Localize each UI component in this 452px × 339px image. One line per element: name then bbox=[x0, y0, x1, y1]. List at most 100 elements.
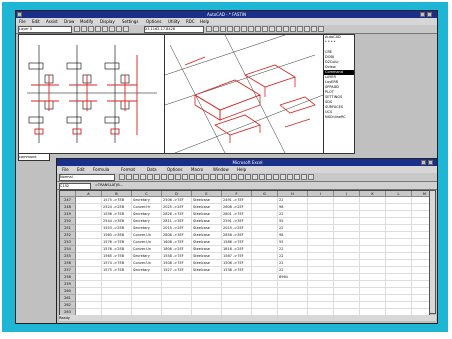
table-cell[interactable] bbox=[386, 281, 412, 288]
table-cell[interactable] bbox=[360, 232, 386, 239]
table-cell[interactable]: Steelcase bbox=[192, 197, 222, 204]
table-cell[interactable]: 1806 ->2EF bbox=[162, 246, 192, 253]
table-cell[interactable]: 1606 ->7EF bbox=[162, 239, 192, 246]
autocad-menu-assist[interactable]: Assist bbox=[46, 18, 58, 25]
table-cell[interactable] bbox=[308, 211, 334, 218]
table-cell[interactable]: 2506 ->7EF bbox=[162, 197, 192, 204]
table-cell[interactable]: 22 bbox=[278, 211, 308, 218]
table-cell[interactable]: Steelcase bbox=[192, 225, 222, 232]
table-cell[interactable]: Steelcase bbox=[192, 232, 222, 239]
tool-icon[interactable] bbox=[231, 174, 237, 180]
table-cell[interactable] bbox=[132, 295, 162, 302]
table-cell[interactable] bbox=[334, 253, 360, 260]
table-cell[interactable] bbox=[278, 281, 308, 288]
tool-icon[interactable] bbox=[308, 174, 314, 180]
table-cell[interactable] bbox=[252, 239, 278, 246]
tool-icon[interactable] bbox=[273, 174, 279, 180]
table-cell[interactable] bbox=[162, 295, 192, 302]
table-cell[interactable] bbox=[102, 274, 132, 281]
autocad-menu-help[interactable]: Help bbox=[200, 18, 209, 25]
autocad-title-bar[interactable]: AutoCAD - * FASTIN bbox=[16, 11, 437, 18]
row-header[interactable]: 248 bbox=[60, 204, 76, 211]
table-cell[interactable] bbox=[412, 267, 429, 274]
tool-icon[interactable] bbox=[294, 174, 300, 180]
table-cell[interactable] bbox=[412, 246, 429, 253]
table-cell[interactable]: 1575 ->7EB bbox=[102, 197, 132, 204]
tool-icon[interactable] bbox=[266, 174, 272, 180]
tool-icon[interactable] bbox=[241, 26, 247, 32]
table-cell[interactable]: 22 bbox=[278, 267, 308, 274]
table-cell[interactable] bbox=[132, 274, 162, 281]
table-cell[interactable] bbox=[132, 302, 162, 309]
table-cell[interactable] bbox=[334, 232, 360, 239]
table-cell[interactable] bbox=[192, 274, 222, 281]
table-cell[interactable] bbox=[192, 281, 222, 288]
excel-menu-edit[interactable]: Edit bbox=[77, 166, 85, 173]
cell-reference-box[interactable]: C152 bbox=[59, 183, 91, 190]
excel-maximize-button[interactable] bbox=[428, 160, 433, 165]
table-cell[interactable]: Steelcase bbox=[192, 246, 222, 253]
table-cell[interactable] bbox=[76, 281, 102, 288]
table-cell[interactable] bbox=[412, 260, 429, 267]
excel-menu-help[interactable]: Help bbox=[237, 166, 246, 173]
table-cell[interactable]: Steelcase bbox=[192, 253, 222, 260]
autocad-menu-rdc[interactable]: RDC bbox=[186, 18, 195, 25]
table-cell[interactable] bbox=[222, 274, 252, 281]
table-cell[interactable] bbox=[386, 204, 412, 211]
tool-icon[interactable] bbox=[147, 174, 153, 180]
tool-icon[interactable] bbox=[119, 174, 125, 180]
vertical-scrollbar[interactable] bbox=[429, 190, 436, 314]
table-cell[interactable] bbox=[360, 295, 386, 302]
table-cell[interactable]: 1538 ->7EF bbox=[222, 267, 252, 274]
table-cell[interactable]: Secretary bbox=[132, 253, 162, 260]
table-cell[interactable] bbox=[76, 204, 102, 211]
table-cell[interactable] bbox=[360, 288, 386, 295]
table-cell[interactable] bbox=[222, 281, 252, 288]
table-cell[interactable] bbox=[252, 253, 278, 260]
table-cell[interactable] bbox=[76, 197, 102, 204]
tool-icon[interactable] bbox=[206, 26, 212, 32]
table-cell[interactable] bbox=[334, 295, 360, 302]
tool-icon[interactable] bbox=[217, 174, 223, 180]
table-cell[interactable] bbox=[360, 260, 386, 267]
table-cell[interactable] bbox=[412, 302, 429, 309]
table-cell[interactable] bbox=[334, 204, 360, 211]
table-cell[interactable] bbox=[360, 281, 386, 288]
table-cell[interactable]: Steelcase bbox=[192, 239, 222, 246]
table-cell[interactable] bbox=[76, 274, 102, 281]
table-cell[interactable]: 8964 bbox=[278, 274, 308, 281]
table-cell[interactable]: 1508 ->7EF bbox=[162, 260, 192, 267]
table-cell[interactable] bbox=[252, 246, 278, 253]
tool-icon[interactable] bbox=[175, 174, 181, 180]
table-cell[interactable] bbox=[252, 281, 278, 288]
table-cell[interactable] bbox=[308, 253, 334, 260]
excel-menu-formula[interactable]: Formula bbox=[93, 166, 109, 173]
table-cell[interactable] bbox=[102, 295, 132, 302]
table-cell[interactable]: 2015 ->2EF bbox=[222, 225, 252, 232]
table-cell[interactable]: 2811 ->3EF bbox=[162, 218, 192, 225]
table-cell[interactable] bbox=[386, 211, 412, 218]
table-cell[interactable] bbox=[252, 197, 278, 204]
table-cell[interactable] bbox=[192, 302, 222, 309]
table-cell[interactable] bbox=[360, 253, 386, 260]
table-cell[interactable] bbox=[386, 274, 412, 281]
table-cell[interactable] bbox=[308, 267, 334, 274]
table-cell[interactable] bbox=[252, 295, 278, 302]
table-cell[interactable] bbox=[252, 211, 278, 218]
table-cell[interactable]: 2015 ->2EF bbox=[162, 225, 192, 232]
table-cell[interactable]: 1556 ->7EB bbox=[102, 211, 132, 218]
table-cell[interactable]: 1553 ->2EB bbox=[102, 225, 132, 232]
tool-icon[interactable] bbox=[109, 26, 115, 32]
excel-menu-format[interactable]: Format bbox=[121, 166, 135, 173]
tool-icon[interactable] bbox=[276, 26, 282, 32]
excel-menu-options[interactable]: Options bbox=[167, 166, 182, 173]
table-cell[interactable]: Steelcase bbox=[192, 218, 222, 225]
table-cell[interactable] bbox=[252, 274, 278, 281]
table-cell[interactable]: Conver.Hr bbox=[132, 204, 162, 211]
table-cell[interactable] bbox=[102, 281, 132, 288]
autocad-menu-options[interactable]: Options bbox=[146, 18, 161, 25]
table-cell[interactable]: 22 bbox=[278, 225, 308, 232]
table-cell[interactable]: 22 bbox=[278, 197, 308, 204]
tool-icon[interactable] bbox=[116, 26, 122, 32]
table-cell[interactable]: 2025 ->2EF bbox=[162, 204, 192, 211]
